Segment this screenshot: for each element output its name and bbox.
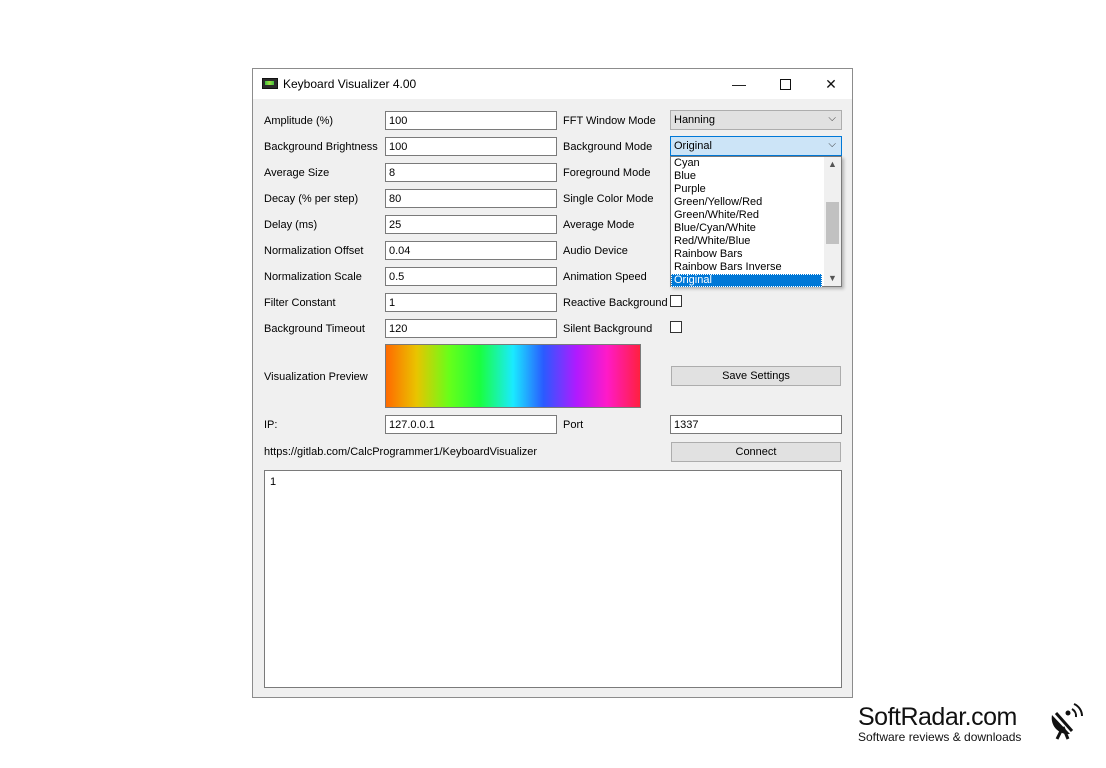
dropdown-option[interactable]: Green/Yellow/Red xyxy=(671,196,822,209)
project-url[interactable]: https://gitlab.com/CalcProgrammer1/Keybo… xyxy=(264,446,537,458)
maximize-button[interactable] xyxy=(762,69,808,99)
port-label: Port xyxy=(563,419,584,431)
reactive-background-checkbox[interactable] xyxy=(670,295,682,307)
audio-device-label: Audio Device xyxy=(563,245,628,257)
keyboard-icon xyxy=(262,78,278,89)
background-timeout-input[interactable]: 120 xyxy=(385,319,557,338)
normalization-offset-label: Normalization Offset xyxy=(264,245,364,257)
dropdown-option[interactable]: Blue/Cyan/White xyxy=(671,222,822,235)
amplitude-input[interactable]: 100 xyxy=(385,111,557,130)
single-color-mode-label: Single Color Mode xyxy=(563,193,654,205)
close-icon: ✕ xyxy=(825,75,837,92)
filter-constant-input[interactable]: 1 xyxy=(385,293,557,312)
background-mode-dropdown[interactable]: Cyan Blue Purple Green/Yellow/Red Green/… xyxy=(670,156,842,287)
normalization-scale-input[interactable]: 0.5 xyxy=(385,267,557,286)
scrollbar-thumb[interactable] xyxy=(826,202,839,244)
log-output[interactable]: 1 xyxy=(264,470,842,688)
dropdown-scrollbar[interactable]: ▲ ▼ xyxy=(824,157,841,286)
dropdown-option[interactable]: Green/White/Red xyxy=(671,209,822,222)
maximize-icon xyxy=(779,78,791,90)
background-brightness-label: Background Brightness xyxy=(264,141,378,153)
chevron-down-icon: ⌵ xyxy=(828,113,836,124)
chevron-down-icon: ⌵ xyxy=(828,139,836,150)
dropdown-option[interactable]: Blue xyxy=(671,170,822,183)
reactive-background-label: Reactive Background xyxy=(563,297,668,309)
average-mode-label: Average Mode xyxy=(563,219,635,231)
amplitude-label: Amplitude (%) xyxy=(264,115,334,127)
watermark-title: SoftRadar.com xyxy=(858,703,1017,731)
background-mode-value: Original xyxy=(674,140,712,152)
ip-input[interactable]: 127.0.0.1 xyxy=(385,415,557,434)
background-timeout-label: Background Timeout xyxy=(264,323,365,335)
silent-background-label: Silent Background xyxy=(563,323,653,335)
foreground-mode-label: Foreground Mode xyxy=(563,167,651,179)
fft-window-mode-value: Hanning xyxy=(674,114,715,126)
softradar-watermark: SoftRadar.com Software reviews & downloa… xyxy=(858,703,1021,744)
background-mode-label: Background Mode xyxy=(563,141,653,153)
silent-background-checkbox[interactable] xyxy=(670,321,682,333)
dropdown-option[interactable]: Rainbow Bars Inverse xyxy=(671,261,822,274)
fft-window-mode-label: FFT Window Mode xyxy=(563,115,656,127)
normalization-offset-input[interactable]: 0.04 xyxy=(385,241,557,260)
dropdown-option[interactable]: Red/White/Blue xyxy=(671,235,822,248)
delay-label: Delay (ms) xyxy=(264,219,318,231)
background-brightness-input[interactable]: 100 xyxy=(385,137,557,156)
satellite-dish-icon xyxy=(1051,703,1083,740)
port-input[interactable]: 1337 xyxy=(670,415,842,434)
average-size-label: Average Size xyxy=(264,167,330,179)
animation-speed-label: Animation Speed xyxy=(563,271,647,283)
decay-label: Decay (% per step) xyxy=(264,193,359,205)
dropdown-option-selected[interactable]: Original xyxy=(671,274,822,287)
background-mode-select[interactable]: Original ⌵ xyxy=(670,136,842,156)
scroll-down-icon[interactable]: ▼ xyxy=(824,271,841,285)
delay-input[interactable]: 25 xyxy=(385,215,557,234)
dropdown-option[interactable]: Purple xyxy=(671,183,822,196)
dropdown-option[interactable]: Rainbow Bars xyxy=(671,248,822,261)
visualization-preview xyxy=(385,344,641,408)
minimize-icon: — xyxy=(732,76,746,92)
window-title: Keyboard Visualizer 4.00 xyxy=(283,77,417,91)
decay-input[interactable]: 80 xyxy=(385,189,557,208)
save-settings-button[interactable]: Save Settings xyxy=(671,366,841,386)
dropdown-option[interactable]: Cyan xyxy=(671,157,822,170)
connect-button[interactable]: Connect xyxy=(671,442,841,462)
ip-label: IP: xyxy=(264,419,278,431)
fft-window-mode-select[interactable]: Hanning ⌵ xyxy=(670,110,842,130)
watermark-subtitle: Software reviews & downloads xyxy=(858,730,1022,744)
close-button[interactable]: ✕ xyxy=(808,69,854,99)
minimize-button[interactable]: — xyxy=(716,69,762,99)
normalization-scale-label: Normalization Scale xyxy=(264,271,362,283)
title-bar[interactable]: Keyboard Visualizer 4.00 — ✕ xyxy=(253,69,852,99)
average-size-input[interactable]: 8 xyxy=(385,163,557,182)
app-window: Keyboard Visualizer 4.00 — ✕ Amplitude (… xyxy=(252,68,853,698)
visualization-preview-label: Visualization Preview xyxy=(264,371,368,383)
scroll-up-icon[interactable]: ▲ xyxy=(824,157,841,171)
filter-constant-label: Filter Constant xyxy=(264,297,336,309)
